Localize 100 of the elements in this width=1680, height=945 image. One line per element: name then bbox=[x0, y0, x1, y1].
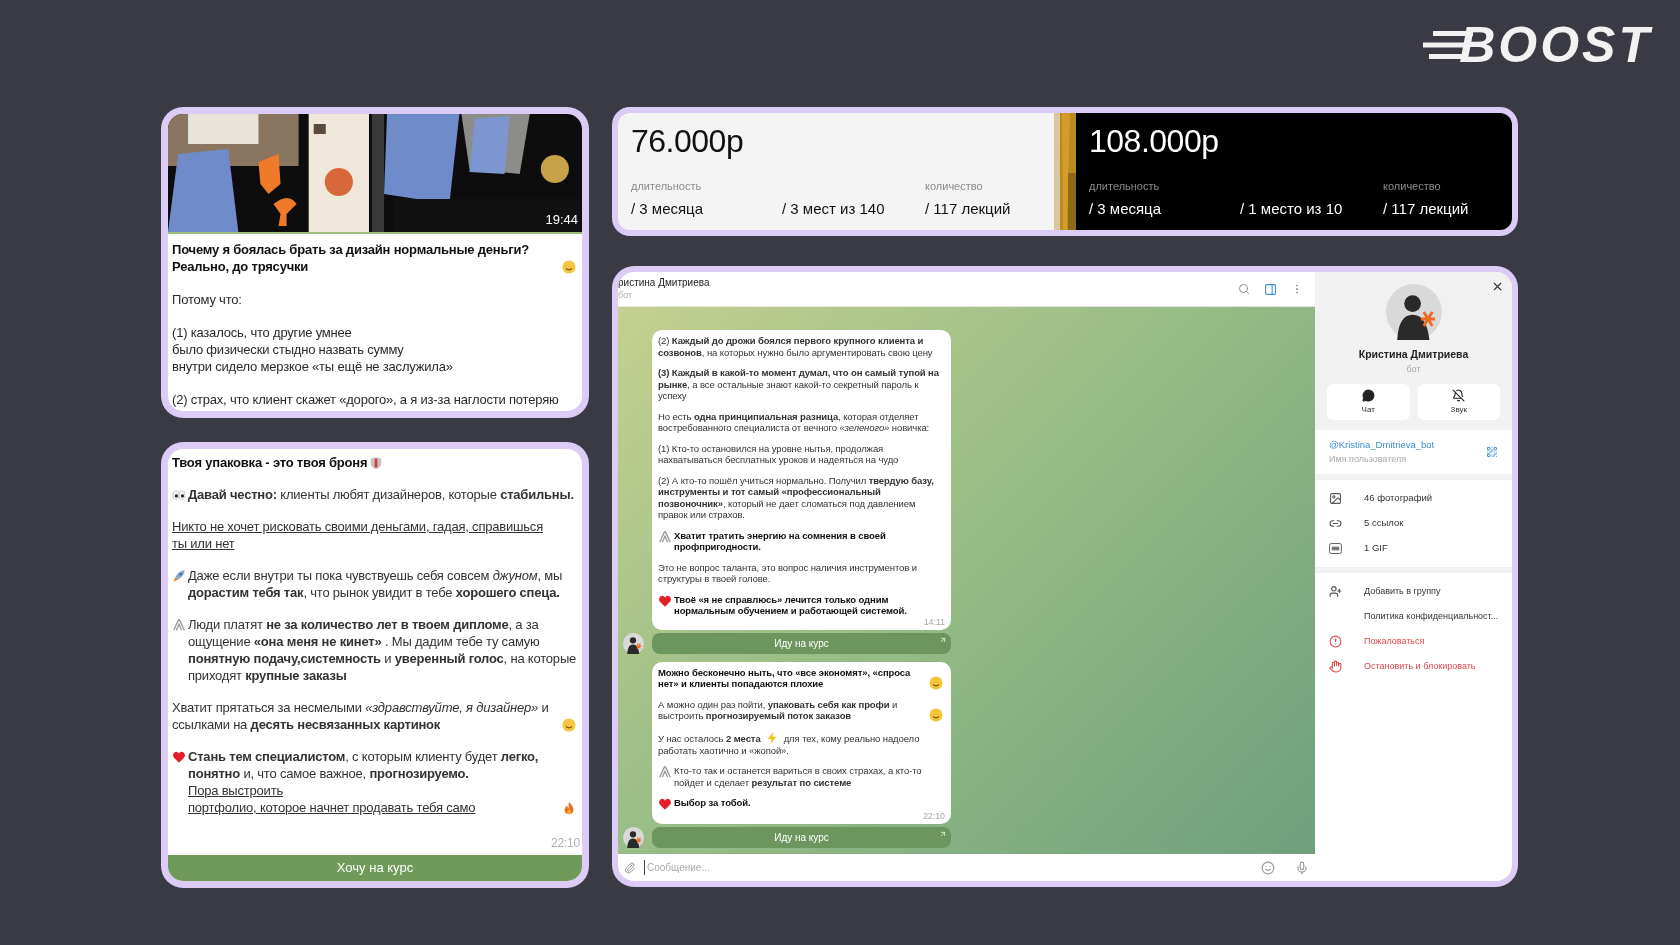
message-text: (2) А кто-то пошёл учиться нормально. Получил твердую базу, инструменты и тот самый «профессиональный позвоночник», который не дает сломаться под давлением правок или страхов. bbox=[658, 474, 935, 521]
profile-action-button[interactable]: Звук bbox=[1417, 384, 1500, 421]
emoji-icon[interactable] bbox=[1261, 860, 1275, 875]
link[interactable]: ты или нет bbox=[172, 536, 235, 551]
smiley-icon bbox=[562, 718, 576, 732]
menu-label: Политика конфиденциальност... bbox=[1364, 609, 1499, 623]
message-text: Выбор за тобой. bbox=[674, 797, 751, 809]
smiley-icon bbox=[562, 260, 576, 274]
menu-item[interactable]: Пожаловаться bbox=[1315, 629, 1512, 654]
price: 108.000р bbox=[1089, 122, 1220, 161]
qr-code-icon[interactable] bbox=[1486, 446, 1498, 459]
profile-name: Кристина Дмитриева bbox=[1358, 347, 1469, 362]
message-text: Твоя упаковка - это твоя броня bbox=[172, 454, 368, 471]
menu-item[interactable]: Добавить в группу bbox=[1315, 579, 1512, 604]
media-row[interactable]: 1 GIF bbox=[1315, 536, 1512, 561]
avatar bbox=[623, 632, 644, 654]
menu-item[interactable]: Остановить и блокировать bbox=[1315, 654, 1512, 679]
timestamp: 14:11 bbox=[923, 616, 945, 627]
close-icon[interactable] bbox=[1491, 280, 1504, 293]
timestamp: 22:10 bbox=[922, 811, 945, 821]
stat-label: длительность bbox=[631, 179, 703, 193]
username[interactable]: @Kristina_Dmitrieva_bot bbox=[1329, 438, 1486, 453]
chat-status: бот bbox=[618, 289, 634, 301]
image-icon bbox=[1329, 492, 1342, 505]
message-text: Но есть одна принципиальная разница, которая отделяет востребованного специалиста от вечного «зеленого» новичка: bbox=[658, 410, 931, 434]
heart-icon bbox=[658, 593, 672, 608]
username-label: Имя пользователя bbox=[1329, 452, 1408, 466]
stat-value: / 117 лекций bbox=[1383, 199, 1470, 219]
menu-label: Добавить в группу bbox=[1364, 584, 1441, 598]
avatar bbox=[1385, 284, 1442, 340]
stat-value: / 3 мест из 140 bbox=[782, 199, 886, 219]
arrow-icon bbox=[939, 830, 947, 838]
smiley-icon bbox=[929, 707, 943, 722]
message-text: Можно бесконечно ныть, что «все экономят», «спроса нет» и клиенты попадаются плохие bbox=[658, 666, 912, 690]
media-row[interactable]: 5 ссылок bbox=[1315, 511, 1512, 536]
message-text: Потому что: bbox=[172, 291, 243, 308]
media-label: 1 GIF bbox=[1364, 541, 1388, 556]
stat-value: / 117 лекций bbox=[925, 199, 1012, 219]
paperclip-icon bbox=[658, 765, 672, 779]
media-row[interactable]: 46 фотографий bbox=[1315, 486, 1512, 511]
stat-value: / 3 месяца bbox=[1089, 199, 1163, 219]
menu-label: Пожаловаться bbox=[1364, 634, 1425, 648]
message-input[interactable]: Сообщение... bbox=[644, 860, 1253, 875]
arrow-icon bbox=[939, 635, 947, 644]
message-text: Хватит прятаться за несмелыми «здравствуйте, я дизайнер» и ссылками на десять несвязанных картинок bbox=[172, 699, 550, 733]
message-field[interactable]: Сообщение... bbox=[618, 854, 1315, 881]
message-text: Почему я боялась брать за дизайн нормальные деньги? Реально, до трясучки bbox=[172, 241, 531, 275]
avatar bbox=[623, 827, 644, 848]
chat-name: ристина Дмитриева bbox=[618, 277, 711, 289]
message-text: (2) страх, что клиент скажет «дорого», а я из-за наглости потеряю bbox=[172, 391, 560, 408]
message-text: Твоё «я не справлюсь» лечится только одним нормальным обучением и работающей системой. bbox=[674, 593, 908, 617]
message-text: Хватит тратить энергию на сомнения в своей профпригодности. bbox=[674, 529, 887, 553]
frame-icon bbox=[1329, 542, 1342, 555]
menu-label: Остановить и блокировать bbox=[1364, 659, 1476, 673]
link[interactable]: Никто не хочет рисковать своими деньгами, гадая, справишься bbox=[172, 519, 543, 534]
message-text: Кто-то так и останется вариться в своих страхах, а кто-то пойдет и сделает результат по системе bbox=[674, 765, 923, 788]
heart-icon bbox=[172, 750, 186, 764]
stat-value: / 3 месяца bbox=[631, 199, 705, 219]
bell-off-icon bbox=[1452, 388, 1466, 402]
media-label: 5 ссылок bbox=[1364, 516, 1404, 531]
fire-icon bbox=[562, 801, 576, 815]
logo-text: BOOST bbox=[1459, 20, 1652, 70]
eyes-icon bbox=[172, 488, 186, 502]
message-text: (2) Каждый до дрожи боялся первого крупного клиента и созвонов, на которых нужно было аргументировать свою цену bbox=[658, 335, 934, 358]
message-text: (3) Каждый в какой-то момент думал, что он самый тупой на рынке, а все остальные знают какой-то секретный пароль к успеху bbox=[658, 367, 940, 402]
hand-icon bbox=[1329, 660, 1342, 673]
user-plus-icon bbox=[1329, 585, 1342, 598]
alert-icon bbox=[1329, 635, 1342, 648]
paperclip-icon bbox=[172, 618, 186, 632]
message-text: (1) Кто-то остановился на уровне нытья, продолжая нахватываться бесплатных уроков и надеяться на чудо bbox=[658, 442, 900, 466]
link[interactable]: Пора выстроить bbox=[188, 783, 283, 798]
rocket-icon bbox=[172, 569, 186, 583]
profile-action-button[interactable]: Чат bbox=[1327, 384, 1410, 421]
link-icon bbox=[1329, 517, 1342, 530]
message-text: У нас осталось 2 места для тех, кому реально надоело работать хаотично и «жопой». bbox=[658, 730, 921, 756]
link[interactable]: портфолио, которое начнет продавать тебя само bbox=[188, 800, 476, 815]
sidebar-toggle-icon[interactable] bbox=[1264, 282, 1277, 296]
stat-label: количество bbox=[925, 179, 984, 193]
paperclip-icon bbox=[658, 529, 672, 544]
message-text: (1) казалось, что другие умнее было физически стыдно назвать сумму внутри сидело мерзкое «ты ещё не заслужила» bbox=[172, 324, 454, 375]
timestamp: 22:10 bbox=[550, 835, 580, 852]
stat-label: количество bbox=[1383, 179, 1442, 193]
search-icon[interactable] bbox=[1238, 283, 1250, 295]
message-text: Давай честно: клиенты любят дизайнеров, которые стабильны. bbox=[188, 486, 574, 503]
smiley-icon bbox=[929, 675, 943, 690]
timestamp: 19:44 bbox=[545, 210, 578, 229]
stat-label: длительность bbox=[1089, 179, 1161, 193]
message-text: Люди платят не за количество лет в твоем дипломе, а за ощущение «она меня не кинет» . Мы дадим тебе ту самую понятную подачу,системность и уверенный голос, на которые приходят крупные заказы bbox=[188, 616, 578, 684]
chat-icon bbox=[1361, 388, 1375, 402]
price: 76.000р bbox=[631, 122, 745, 161]
message-text: Стань тем специалистом, с которым клиенту будет легко, понятно и, что самое важное, прогнозируемо. Пора выстроить портфолио, которое начнет продавать тебя само bbox=[188, 748, 540, 816]
media-label: 46 фотографий bbox=[1364, 491, 1433, 506]
mic-icon[interactable] bbox=[1295, 860, 1309, 875]
shield-icon bbox=[369, 456, 384, 470]
menu-item[interactable]: Политика конфиденциальност... bbox=[1315, 604, 1512, 629]
message-text: А можно один раз пойти, упаковать себя как профи и выстроить прогнозируемый поток заказов bbox=[658, 698, 899, 722]
attach-icon[interactable] bbox=[624, 861, 636, 874]
profile-status: бот bbox=[1406, 362, 1421, 376]
stat-value: / 1 место из 10 bbox=[1240, 199, 1344, 219]
heart-icon bbox=[658, 797, 672, 811]
